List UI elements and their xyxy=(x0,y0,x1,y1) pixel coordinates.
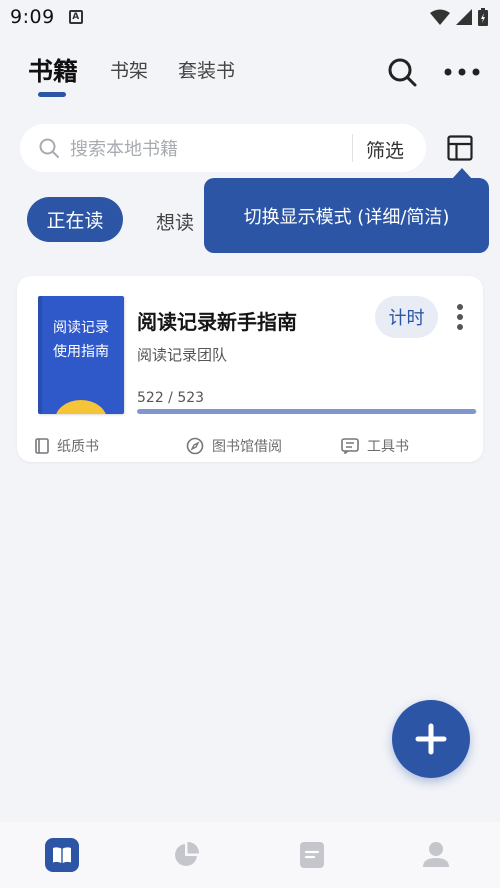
reading-progress-bar xyxy=(137,409,477,414)
more-button[interactable] xyxy=(442,58,482,86)
cover-title: 阅读记录 使用指南 xyxy=(38,316,124,364)
tab-indicator xyxy=(38,92,66,97)
nav-notes[interactable] xyxy=(294,837,330,873)
filter-chip-reading[interactable]: 正在读 xyxy=(27,197,123,242)
notes-nav-icon xyxy=(300,842,324,868)
tab-bookshelf[interactable]: 书架 xyxy=(110,56,148,83)
add-book-button[interactable] xyxy=(392,700,470,778)
tag-label: 图书馆借阅 xyxy=(212,439,282,455)
status-icons xyxy=(430,8,488,26)
tag-paper-book: 纸质书 xyxy=(35,436,99,456)
user-icon xyxy=(423,842,449,867)
divider xyxy=(352,134,353,162)
wifi-icon xyxy=(430,9,450,25)
top-header: 书籍 书架 套装书 xyxy=(0,48,500,104)
search-bar[interactable]: 搜索本地书籍 筛选 xyxy=(20,124,426,172)
layout-toggle-button[interactable] xyxy=(444,132,476,164)
battery-icon xyxy=(478,8,488,26)
more-vertical-icon[interactable] xyxy=(455,304,465,330)
status-time: 9:09 xyxy=(10,6,55,28)
book-author: 阅读记录团队 xyxy=(137,346,228,364)
plus-icon xyxy=(415,723,447,755)
cover-title-line: 使用指南 xyxy=(53,344,109,360)
layout-icon xyxy=(447,135,473,161)
cover-title-line: 阅读记录 xyxy=(53,320,109,336)
nav-profile[interactable] xyxy=(418,837,454,873)
search-button[interactable] xyxy=(384,54,420,90)
book-title[interactable]: 阅读记录新手指南 xyxy=(137,306,297,335)
tooltip-text: 切换显示模式 (详细/简洁) xyxy=(243,206,450,228)
filter-chip-want-to-read[interactable]: 想读 xyxy=(156,208,194,235)
tag-reference-book: 工具书 xyxy=(341,436,409,456)
search-input[interactable]: 搜索本地书籍 xyxy=(70,135,178,161)
book-card[interactable]: 阅读记录 使用指南 阅读记录新手指南 阅读记录团队 计时 522 / 523 纸… xyxy=(17,276,483,462)
tag-label: 工具书 xyxy=(367,439,409,455)
search-field-icon xyxy=(39,138,59,158)
tag-library-loan: 图书馆借阅 xyxy=(186,436,282,456)
tooltip: 切换显示模式 (详细/简洁) xyxy=(204,168,489,253)
book-cover[interactable]: 阅读记录 使用指南 xyxy=(38,296,124,414)
progress-fill xyxy=(137,409,477,414)
book-icon xyxy=(35,438,49,454)
pie-chart-icon xyxy=(175,841,200,866)
status-bar: 9:09 A xyxy=(0,0,500,34)
filter-button[interactable]: 筛选 xyxy=(366,136,404,163)
compass-icon xyxy=(186,437,204,455)
book-open-icon xyxy=(45,838,79,872)
more-horizontal-icon xyxy=(444,68,480,76)
bottom-navigation xyxy=(0,822,500,888)
nav-statistics[interactable] xyxy=(168,837,204,873)
signal-icon xyxy=(456,9,472,25)
a-icon: A xyxy=(68,10,83,24)
search-icon xyxy=(388,58,417,87)
notes-icon xyxy=(341,438,359,454)
nav-books[interactable] xyxy=(44,837,80,873)
timer-button[interactable]: 计时 xyxy=(375,296,438,338)
tab-books[interactable]: 书籍 xyxy=(28,52,78,88)
tag-label: 纸质书 xyxy=(57,439,99,455)
tab-book-sets[interactable]: 套装书 xyxy=(178,56,235,83)
reading-progress-text: 522 / 523 xyxy=(137,390,205,406)
cover-decoration xyxy=(55,400,107,414)
